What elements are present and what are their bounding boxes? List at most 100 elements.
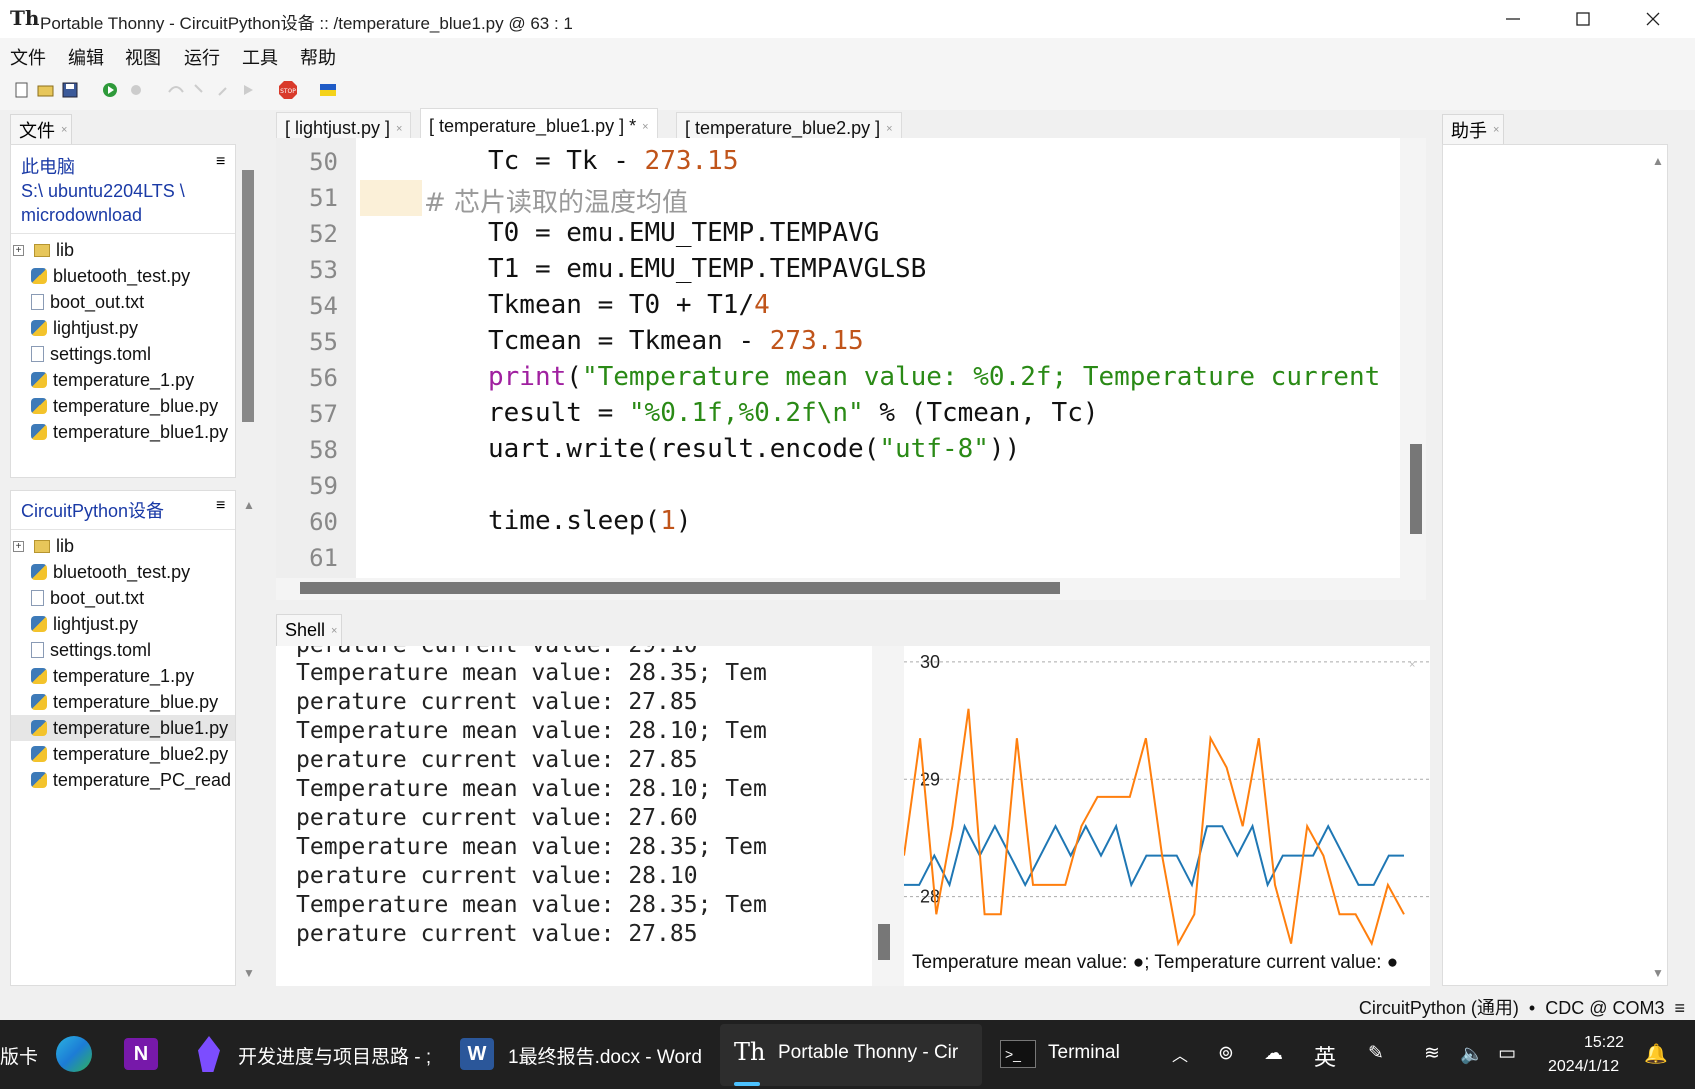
files-panel-tab[interactable]: 文件 ×: [10, 114, 72, 144]
editor-vscroll-thumb[interactable]: [1410, 444, 1422, 534]
file-item[interactable]: lightjust.py: [31, 611, 138, 637]
expand-icon[interactable]: +: [13, 540, 24, 552]
file-item[interactable]: temperature_blue.py: [31, 393, 218, 419]
tray-app-icon[interactable]: ⊚: [1218, 1042, 1234, 1065]
scroll-down-icon[interactable]: ▼: [243, 966, 255, 980]
file-item-lib[interactable]: + lib: [13, 237, 74, 263]
step-into-icon[interactable]: [190, 80, 210, 100]
python-file-icon: [31, 720, 47, 736]
file-item[interactable]: temperature_blue1.py: [31, 419, 231, 445]
maximize-button[interactable]: [1548, 0, 1618, 38]
close-tab-icon[interactable]: ×: [331, 625, 337, 637]
ime-indicator[interactable]: 英: [1314, 1040, 1336, 1072]
expand-icon[interactable]: +: [13, 244, 24, 256]
menu-tools[interactable]: 工具: [242, 44, 278, 70]
interpreter-status[interactable]: CircuitPython (通用) • CDC @ COM3 ≡: [1359, 994, 1685, 1020]
file-item[interactable]: temperature_blue2.py: [31, 741, 231, 767]
taskbar-item-notes[interactable]: 开发进度与项目思路 - ;: [238, 1042, 431, 1069]
file-item[interactable]: bluetooth_test.py: [31, 559, 190, 585]
run-icon[interactable]: [100, 80, 120, 100]
title-bar: Th Portable Thonny - CircuitPython设备 :: …: [0, 0, 1695, 38]
debug-icon[interactable]: [126, 80, 146, 100]
menu-help[interactable]: 帮助: [300, 44, 336, 70]
battery-icon[interactable]: ▭: [1498, 1042, 1516, 1065]
panel-menu-icon[interactable]: ≡: [216, 497, 225, 515]
file-item[interactable]: bluetooth_test.py: [31, 263, 190, 289]
line-number: 50: [309, 148, 338, 176]
shell-tab[interactable]: Shell ×: [276, 614, 342, 646]
panel-menu-icon[interactable]: ≡: [216, 153, 225, 171]
files-scrollbar-thumb[interactable]: [242, 170, 254, 422]
file-item[interactable]: temperature_PC_read: [31, 767, 231, 793]
file-item-lib[interactable]: + lib: [13, 533, 74, 559]
save-file-icon[interactable]: [60, 80, 80, 100]
open-file-icon[interactable]: [36, 80, 56, 100]
shell-line: Temperature mean value: 28.35; Tem: [296, 660, 767, 686]
scroll-up-icon[interactable]: ▲: [1652, 154, 1664, 168]
file-item[interactable]: boot_out.txt: [31, 289, 144, 315]
line-number: 59: [309, 472, 338, 500]
code-line: uart.write(result.encode("utf-8")): [488, 434, 1021, 464]
plotter-chart[interactable]: 302928 × Temperature mean value: ●; Temp…: [904, 646, 1430, 986]
ukraine-flag-icon[interactable]: [318, 80, 338, 100]
editor-hscroll-thumb[interactable]: [300, 582, 1060, 594]
scroll-up-icon[interactable]: ▲: [243, 498, 255, 512]
menu-file[interactable]: 文件: [10, 44, 46, 70]
clock-time[interactable]: 15:22: [1584, 1034, 1624, 1052]
python-file-icon: [31, 320, 47, 336]
close-tab-icon[interactable]: ×: [1493, 124, 1499, 136]
close-tab-icon[interactable]: ×: [396, 123, 402, 135]
taskbar-cut-label[interactable]: 版卡: [0, 1042, 38, 1069]
taskbar-item-thonny[interactable]: Portable Thonny - Cir: [778, 1042, 958, 1064]
python-file-icon: [31, 424, 47, 440]
thonny-taskbar-icon[interactable]: Th: [734, 1038, 765, 1066]
edge-icon[interactable]: [56, 1036, 92, 1072]
assistant-panel: [1442, 144, 1668, 986]
file-item[interactable]: temperature_1.py: [31, 367, 194, 393]
file-item-selected[interactable]: temperature_blue1.py: [31, 715, 231, 741]
close-tab-icon[interactable]: ×: [886, 123, 892, 135]
file-item[interactable]: temperature_1.py: [31, 663, 194, 689]
step-over-icon[interactable]: [166, 80, 186, 100]
step-out-icon[interactable]: [214, 80, 234, 100]
taskbar-item-terminal[interactable]: Terminal: [1048, 1042, 1120, 1064]
scroll-down-icon[interactable]: ▼: [1652, 966, 1664, 980]
shell-scroll-thumb[interactable]: [878, 924, 890, 960]
menu-edit[interactable]: 编辑: [68, 44, 104, 70]
file-item[interactable]: boot_out.txt: [31, 585, 144, 611]
shell-line: perature current value: 29.10: [296, 646, 698, 658]
wifi-icon[interactable]: ≋: [1424, 1042, 1440, 1065]
resume-icon[interactable]: [238, 80, 258, 100]
word-icon[interactable]: W: [460, 1038, 494, 1070]
chevron-up-icon[interactable]: ︿: [1172, 1042, 1188, 1066]
close-tab-icon[interactable]: ×: [642, 121, 648, 133]
taskbar-item-word[interactable]: 1最终报告.docx - Word: [508, 1042, 702, 1069]
location-path[interactable]: S:\ ubuntu2204LTS \: [21, 179, 185, 203]
notification-bell-icon[interactable]: 🔔: [1644, 1042, 1668, 1066]
clock-date[interactable]: 2024/1/12: [1548, 1058, 1619, 1076]
location-title[interactable]: 此电脑: [21, 155, 75, 179]
stop-icon[interactable]: STOP: [278, 80, 298, 100]
pen-icon[interactable]: ✎: [1368, 1042, 1384, 1065]
close-button[interactable]: [1618, 0, 1688, 38]
file-item[interactable]: settings.toml: [31, 341, 151, 367]
assistant-tab[interactable]: 助手 ×: [1442, 114, 1504, 144]
menu-run[interactable]: 运行: [184, 44, 220, 70]
device-title[interactable]: CircuitPython设备: [21, 499, 164, 523]
file-item[interactable]: settings.toml: [31, 637, 151, 663]
file-item[interactable]: temperature_blue.py: [31, 689, 218, 715]
new-file-icon[interactable]: [12, 80, 32, 100]
obsidian-icon[interactable]: [198, 1036, 220, 1072]
onenote-icon[interactable]: N: [124, 1038, 158, 1070]
terminal-icon[interactable]: >_: [1000, 1040, 1036, 1068]
plotter-close-icon[interactable]: ×: [1409, 659, 1415, 671]
file-item[interactable]: lightjust.py: [31, 315, 138, 341]
volume-icon[interactable]: 🔈: [1460, 1042, 1484, 1066]
window-title: Portable Thonny - CircuitPython设备 :: /te…: [40, 14, 573, 33]
menu-view[interactable]: 视图: [125, 44, 161, 70]
minimize-button[interactable]: [1478, 0, 1548, 38]
location-path-folder[interactable]: microdownload: [21, 203, 142, 227]
onedrive-icon[interactable]: ☁: [1264, 1042, 1283, 1065]
close-tab-icon[interactable]: ×: [61, 124, 67, 136]
active-indicator: [734, 1082, 760, 1086]
